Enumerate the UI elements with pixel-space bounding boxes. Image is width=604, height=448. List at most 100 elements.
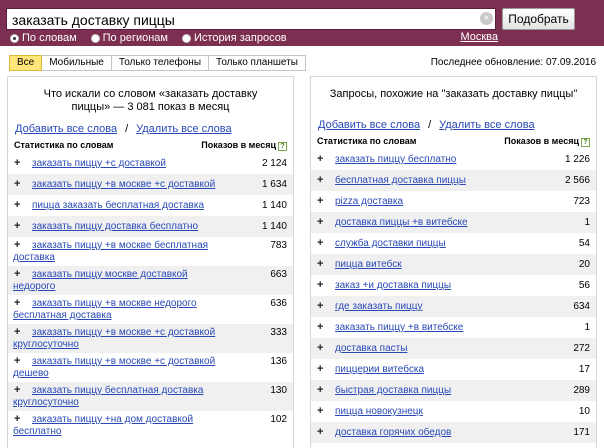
- add-word-icon[interactable]: +: [317, 385, 323, 396]
- table-row: + заказать пиццу бесплатно 1 226: [311, 149, 596, 170]
- add-word-icon[interactable]: +: [14, 298, 20, 309]
- phrase-link[interactable]: заказать пиццу бесплатно: [335, 154, 456, 165]
- add-word-icon[interactable]: +: [317, 238, 323, 249]
- table-row: + заказать пиццу +с доставкой 2 124: [8, 153, 293, 174]
- phrase-link[interactable]: заказать пиццу москве доставкой: [32, 269, 188, 280]
- radio-icon[interactable]: [182, 33, 191, 43]
- phrase-link[interactable]: заказать пиццу +с доставкой: [32, 158, 166, 169]
- clear-icon[interactable]: ×: [480, 12, 493, 25]
- impressions-count: 289: [573, 385, 590, 396]
- add-word-icon[interactable]: +: [317, 322, 323, 333]
- add-word-icon[interactable]: +: [317, 154, 323, 165]
- phrase-link[interactable]: доставка пасты: [335, 343, 407, 354]
- tab-tablets-only[interactable]: Только планшеты: [209, 55, 306, 71]
- add-word-icon[interactable]: +: [317, 406, 323, 417]
- phrase-link[interactable]: быстрая доставка пиццы: [335, 385, 451, 396]
- phrase-link-continuation[interactable]: дешево: [13, 368, 259, 380]
- table-row: + заказать пиццу доставка бесплатно 1 140: [8, 216, 293, 237]
- add-word-icon[interactable]: +: [317, 301, 323, 312]
- phrase-link-continuation[interactable]: круглосуточно: [13, 339, 259, 351]
- table-row: + пицца новокузнецк 10: [311, 401, 596, 422]
- col-count-label: Показов в месяц: [201, 140, 276, 150]
- phrase-link[interactable]: доставка горячих обедов: [335, 427, 451, 438]
- impressions-count: 56: [578, 280, 590, 291]
- searched-with-word-panel: Что искали со словом «заказать доставку …: [7, 76, 294, 448]
- impressions-count: 17: [578, 364, 590, 375]
- submit-button[interactable]: Подобрать: [502, 8, 575, 30]
- tab-mobile[interactable]: Мобильные: [42, 55, 112, 71]
- mode-history[interactable]: История запросов: [182, 31, 287, 45]
- phrase-link[interactable]: доставка пиццы +в витебске: [335, 217, 468, 228]
- add-word-icon[interactable]: +: [14, 385, 20, 396]
- col-phrase-header: Статистика по словам: [14, 140, 114, 150]
- add-word-icon[interactable]: +: [14, 327, 20, 338]
- add-word-icon[interactable]: +: [317, 217, 323, 228]
- add-word-icon[interactable]: +: [14, 221, 20, 232]
- help-icon[interactable]: ?: [581, 138, 590, 147]
- phrase-link[interactable]: заказать пиццу бесплатная доставка: [32, 385, 203, 396]
- impressions-count: 663: [270, 269, 287, 280]
- impressions-count: 1: [584, 322, 590, 333]
- add-word-icon[interactable]: +: [317, 196, 323, 207]
- help-icon[interactable]: ?: [278, 142, 287, 151]
- remove-all-words-link[interactable]: Удалить все слова: [136, 123, 231, 135]
- impressions-count: 1 226: [564, 154, 590, 165]
- add-word-icon[interactable]: +: [14, 414, 20, 425]
- tab-all[interactable]: Все: [9, 55, 43, 71]
- add-all-words-link[interactable]: Добавить все слова: [15, 123, 117, 135]
- table-row: + заказать пиццу +в москве +с доставкой де…: [8, 353, 293, 382]
- phrase-link[interactable]: пицца заказать бесплатная доставка: [32, 200, 204, 211]
- phrase-link[interactable]: заказ +и доставка пиццы: [335, 280, 451, 291]
- phrase-link-continuation[interactable]: бесплатная доставка: [13, 310, 259, 322]
- add-word-icon[interactable]: +: [317, 259, 323, 270]
- impressions-count: 634: [573, 301, 590, 312]
- table-row: + заказать пиццу +на дом доставкой бесплат…: [8, 411, 293, 440]
- add-word-icon[interactable]: +: [317, 175, 323, 186]
- phrase-link[interactable]: заказать пиццу доставка бесплатно: [32, 221, 198, 232]
- phrase-link[interactable]: служба доставки пиццы: [335, 238, 446, 249]
- add-word-icon[interactable]: +: [14, 179, 20, 190]
- phrase-link[interactable]: пицца витебск: [335, 259, 402, 270]
- similar-queries-panel: Запросы, похожие на "заказать доставку п…: [310, 76, 597, 448]
- phrase-link[interactable]: заказать пиццу +на дом доставкой: [32, 414, 193, 425]
- phrase-link-continuation[interactable]: недорого: [13, 281, 259, 293]
- mode-by-words[interactable]: По словам: [10, 31, 77, 45]
- add-word-icon[interactable]: +: [317, 427, 323, 438]
- radio-icon[interactable]: [10, 33, 19, 43]
- phrase-link[interactable]: заказать пиццу +в витебске: [335, 322, 463, 333]
- phrase-link[interactable]: заказать пиццу +в москве +с доставкой: [32, 356, 215, 367]
- phrase-link-continuation[interactable]: круглосуточно: [13, 397, 259, 409]
- add-word-icon[interactable]: +: [14, 356, 20, 367]
- radio-icon[interactable]: [90, 33, 100, 43]
- phrase-link[interactable]: пицца новокузнецк: [335, 406, 423, 417]
- add-word-icon[interactable]: +: [14, 240, 20, 251]
- phrase-link-continuation[interactable]: бесплатно: [13, 426, 259, 438]
- add-word-icon[interactable]: +: [317, 280, 323, 291]
- phrase-link[interactable]: пиццерии витебска: [335, 364, 424, 375]
- search-input[interactable]: [6, 8, 496, 30]
- phrase-link[interactable]: где заказать пиццу: [335, 301, 423, 312]
- table-row: + заказать пиццу москве доставкой недорого…: [8, 266, 293, 295]
- panel-actions: Добавить все слова / Удалить все слова: [311, 119, 596, 131]
- add-word-icon[interactable]: +: [14, 200, 20, 211]
- phrase-link[interactable]: заказать пиццу +в москве бесплатная: [32, 240, 208, 251]
- region-link[interactable]: Москва: [460, 31, 498, 43]
- add-word-icon[interactable]: +: [317, 364, 323, 375]
- add-word-icon[interactable]: +: [14, 158, 20, 169]
- phrase-link[interactable]: заказать пиццу +в москве +с доставкой: [32, 327, 215, 338]
- separator: /: [428, 119, 432, 131]
- tab-phones-only[interactable]: Только телефоны: [111, 55, 210, 71]
- add-word-icon[interactable]: +: [14, 269, 20, 280]
- phrase-link[interactable]: pizza доставка: [335, 196, 403, 207]
- mode-by-regions[interactable]: По регионам: [90, 31, 168, 45]
- remove-all-words-link[interactable]: Удалить все слова: [439, 119, 534, 131]
- table-row: + бесплатная доставка пиццы 2 566: [311, 170, 596, 191]
- phrase-link[interactable]: заказать пиццу +в москве +с доставкой: [32, 179, 215, 190]
- phrase-link-continuation[interactable]: доставка: [13, 252, 259, 264]
- column-header: Статистика по словам Показов в месяц?: [311, 135, 596, 147]
- phrase-link[interactable]: бесплатная доставка пиццы: [335, 175, 466, 186]
- phrase-list: + заказать пиццу бесплатно 1 226 + бесплатна…: [311, 149, 596, 448]
- add-word-icon[interactable]: +: [317, 343, 323, 354]
- add-all-words-link[interactable]: Добавить все слова: [318, 119, 420, 131]
- phrase-link[interactable]: заказать пиццу +в москве недорого: [32, 298, 197, 309]
